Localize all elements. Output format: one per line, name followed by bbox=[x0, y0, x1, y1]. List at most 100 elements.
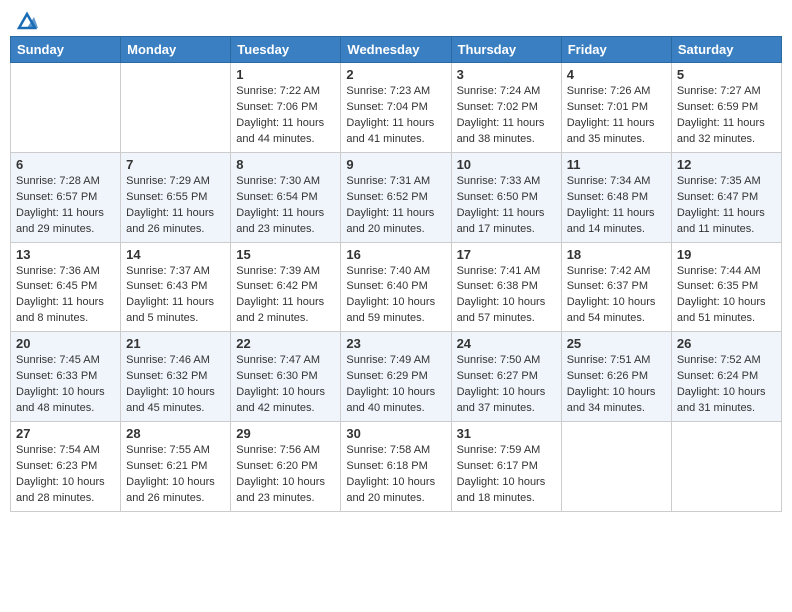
day-number: 31 bbox=[457, 426, 556, 441]
day-info: Sunrise: 7:35 AMSunset: 6:47 PMDaylight:… bbox=[677, 174, 776, 238]
day-number: 10 bbox=[457, 157, 556, 172]
calendar-cell: 26 Sunrise: 7:52 AMSunset: 6:24 PMDayligh… bbox=[671, 332, 781, 422]
calendar-cell: 20 Sunrise: 7:45 AMSunset: 6:33 PMDayligh… bbox=[11, 332, 121, 422]
day-info: Sunrise: 7:40 AMSunset: 6:40 PMDaylight:… bbox=[346, 264, 445, 328]
day-number: 22 bbox=[236, 336, 335, 351]
calendar-week-row: 6Sunrise: 7:28 AMSunset: 6:57 PMDaylight… bbox=[11, 152, 782, 242]
calendar-week-row: 13 Sunrise: 7:36 AMSunset: 6:45 PMDayligh… bbox=[11, 242, 782, 332]
calendar-cell: 10 Sunrise: 7:33 AMSunset: 6:50 PMDayligh… bbox=[451, 152, 561, 242]
day-number: 24 bbox=[457, 336, 556, 351]
calendar-cell: 7 Sunrise: 7:29 AMSunset: 6:55 PMDaylight… bbox=[121, 152, 231, 242]
day-number: 18 bbox=[567, 247, 666, 262]
calendar-cell bbox=[11, 63, 121, 153]
day-info: Sunrise: 7:58 AMSunset: 6:18 PMDaylight:… bbox=[346, 443, 445, 507]
day-number: 26 bbox=[677, 336, 776, 351]
day-info: Sunrise: 7:33 AMSunset: 6:50 PMDaylight:… bbox=[457, 174, 556, 238]
calendar-week-row: 1Sunrise: 7:22 AMSunset: 7:06 PMDaylight… bbox=[11, 63, 782, 153]
day-info: Sunrise: 7:31 AMSunset: 6:52 PMDaylight:… bbox=[346, 174, 445, 238]
day-info: Sunrise: 7:30 AMSunset: 6:54 PMDaylight:… bbox=[236, 174, 335, 238]
day-info: Sunrise: 7:52 AMSunset: 6:24 PMDaylight:… bbox=[677, 353, 776, 417]
day-info: Sunrise: 7:23 AMSunset: 7:04 PMDaylight:… bbox=[346, 84, 445, 148]
day-info: Sunrise: 7:42 AMSunset: 6:37 PMDaylight:… bbox=[567, 264, 666, 328]
calendar-cell: 25 Sunrise: 7:51 AMSunset: 6:26 PMDayligh… bbox=[561, 332, 671, 422]
calendar-cell bbox=[561, 422, 671, 512]
day-number: 7 bbox=[126, 157, 225, 172]
day-number: 20 bbox=[16, 336, 115, 351]
day-number: 3 bbox=[457, 67, 556, 82]
day-info: Sunrise: 7:34 AMSunset: 6:48 PMDaylight:… bbox=[567, 174, 666, 238]
day-number: 12 bbox=[677, 157, 776, 172]
day-number: 19 bbox=[677, 247, 776, 262]
calendar-cell: 24 Sunrise: 7:50 AMSunset: 6:27 PMDayligh… bbox=[451, 332, 561, 422]
calendar-cell bbox=[671, 422, 781, 512]
day-info: Sunrise: 7:56 AMSunset: 6:20 PMDaylight:… bbox=[236, 443, 335, 507]
calendar-cell: 13 Sunrise: 7:36 AMSunset: 6:45 PMDayligh… bbox=[11, 242, 121, 332]
calendar-cell: 12 Sunrise: 7:35 AMSunset: 6:47 PMDayligh… bbox=[671, 152, 781, 242]
day-number: 9 bbox=[346, 157, 445, 172]
calendar-cell: 2 Sunrise: 7:23 AMSunset: 7:04 PMDaylight… bbox=[341, 63, 451, 153]
day-info: Sunrise: 7:44 AMSunset: 6:35 PMDaylight:… bbox=[677, 264, 776, 328]
day-number: 14 bbox=[126, 247, 225, 262]
calendar-cell: 16 Sunrise: 7:40 AMSunset: 6:40 PMDayligh… bbox=[341, 242, 451, 332]
day-info: Sunrise: 7:27 AMSunset: 6:59 PMDaylight:… bbox=[677, 84, 776, 148]
day-info: Sunrise: 7:39 AMSunset: 6:42 PMDaylight:… bbox=[236, 264, 335, 328]
day-info: Sunrise: 7:54 AMSunset: 6:23 PMDaylight:… bbox=[16, 443, 115, 507]
calendar-cell: 15 Sunrise: 7:39 AMSunset: 6:42 PMDayligh… bbox=[231, 242, 341, 332]
day-number: 4 bbox=[567, 67, 666, 82]
day-info: Sunrise: 7:41 AMSunset: 6:38 PMDaylight:… bbox=[457, 264, 556, 328]
day-number: 11 bbox=[567, 157, 666, 172]
day-info: Sunrise: 7:46 AMSunset: 6:32 PMDaylight:… bbox=[126, 353, 225, 417]
calendar-cell: 9 Sunrise: 7:31 AMSunset: 6:52 PMDaylight… bbox=[341, 152, 451, 242]
day-info: Sunrise: 7:45 AMSunset: 6:33 PMDaylight:… bbox=[16, 353, 115, 417]
calendar-table: SundayMondayTuesdayWednesdayThursdayFrid… bbox=[10, 36, 782, 512]
calendar-cell: 23Sunrise: 7:49 AMSunset: 6:29 PMDayligh… bbox=[341, 332, 451, 422]
weekday-header: Sunday bbox=[11, 37, 121, 63]
day-info: Sunrise: 7:26 AMSunset: 7:01 PMDaylight:… bbox=[567, 84, 666, 148]
weekday-header: Tuesday bbox=[231, 37, 341, 63]
day-number: 16 bbox=[346, 247, 445, 262]
page-header bbox=[10, 10, 782, 28]
calendar-cell bbox=[121, 63, 231, 153]
day-number: 15 bbox=[236, 247, 335, 262]
calendar-cell: 4 Sunrise: 7:26 AMSunset: 7:01 PMDaylight… bbox=[561, 63, 671, 153]
day-number: 2 bbox=[346, 67, 445, 82]
day-number: 29 bbox=[236, 426, 335, 441]
calendar-week-row: 20 Sunrise: 7:45 AMSunset: 6:33 PMDayligh… bbox=[11, 332, 782, 422]
calendar-cell: 21Sunrise: 7:46 AMSunset: 6:32 PMDayligh… bbox=[121, 332, 231, 422]
weekday-header: Monday bbox=[121, 37, 231, 63]
day-number: 25 bbox=[567, 336, 666, 351]
calendar-cell: 18 Sunrise: 7:42 AMSunset: 6:37 PMDayligh… bbox=[561, 242, 671, 332]
calendar-cell: 11 Sunrise: 7:34 AMSunset: 6:48 PMDayligh… bbox=[561, 152, 671, 242]
day-info: Sunrise: 7:49 AMSunset: 6:29 PMDaylight:… bbox=[346, 353, 445, 417]
weekday-header: Friday bbox=[561, 37, 671, 63]
day-number: 8 bbox=[236, 157, 335, 172]
calendar-cell: 31 Sunrise: 7:59 AMSunset: 6:17 PMDayligh… bbox=[451, 422, 561, 512]
calendar-cell: 3 Sunrise: 7:24 AMSunset: 7:02 PMDaylight… bbox=[451, 63, 561, 153]
logo-icon bbox=[16, 10, 38, 32]
day-info: Sunrise: 7:29 AMSunset: 6:55 PMDaylight:… bbox=[126, 174, 225, 238]
day-info: Sunrise: 7:37 AMSunset: 6:43 PMDaylight:… bbox=[126, 264, 225, 328]
calendar-week-row: 27 Sunrise: 7:54 AMSunset: 6:23 PMDayligh… bbox=[11, 422, 782, 512]
day-info: Sunrise: 7:51 AMSunset: 6:26 PMDaylight:… bbox=[567, 353, 666, 417]
calendar-cell: 6Sunrise: 7:28 AMSunset: 6:57 PMDaylight… bbox=[11, 152, 121, 242]
day-info: Sunrise: 7:36 AMSunset: 6:45 PMDaylight:… bbox=[16, 264, 115, 328]
day-number: 5 bbox=[677, 67, 776, 82]
calendar-cell: 22 Sunrise: 7:47 AMSunset: 6:30 PMDayligh… bbox=[231, 332, 341, 422]
calendar-cell: 17 Sunrise: 7:41 AMSunset: 6:38 PMDayligh… bbox=[451, 242, 561, 332]
day-number: 17 bbox=[457, 247, 556, 262]
day-info: Sunrise: 7:55 AMSunset: 6:21 PMDaylight:… bbox=[126, 443, 225, 507]
calendar-cell: 14 Sunrise: 7:37 AMSunset: 6:43 PMDayligh… bbox=[121, 242, 231, 332]
day-info: Sunrise: 7:50 AMSunset: 6:27 PMDaylight:… bbox=[457, 353, 556, 417]
weekday-header: Thursday bbox=[451, 37, 561, 63]
calendar-cell: 29 Sunrise: 7:56 AMSunset: 6:20 PMDayligh… bbox=[231, 422, 341, 512]
calendar-cell: 1Sunrise: 7:22 AMSunset: 7:06 PMDaylight… bbox=[231, 63, 341, 153]
day-number: 30 bbox=[346, 426, 445, 441]
day-info: Sunrise: 7:59 AMSunset: 6:17 PMDaylight:… bbox=[457, 443, 556, 507]
calendar-cell: 28Sunrise: 7:55 AMSunset: 6:21 PMDayligh… bbox=[121, 422, 231, 512]
calendar-cell: 27 Sunrise: 7:54 AMSunset: 6:23 PMDayligh… bbox=[11, 422, 121, 512]
day-info: Sunrise: 7:47 AMSunset: 6:30 PMDaylight:… bbox=[236, 353, 335, 417]
day-number: 27 bbox=[16, 426, 115, 441]
day-info: Sunrise: 7:24 AMSunset: 7:02 PMDaylight:… bbox=[457, 84, 556, 148]
day-number: 13 bbox=[16, 247, 115, 262]
day-number: 6 bbox=[16, 157, 115, 172]
